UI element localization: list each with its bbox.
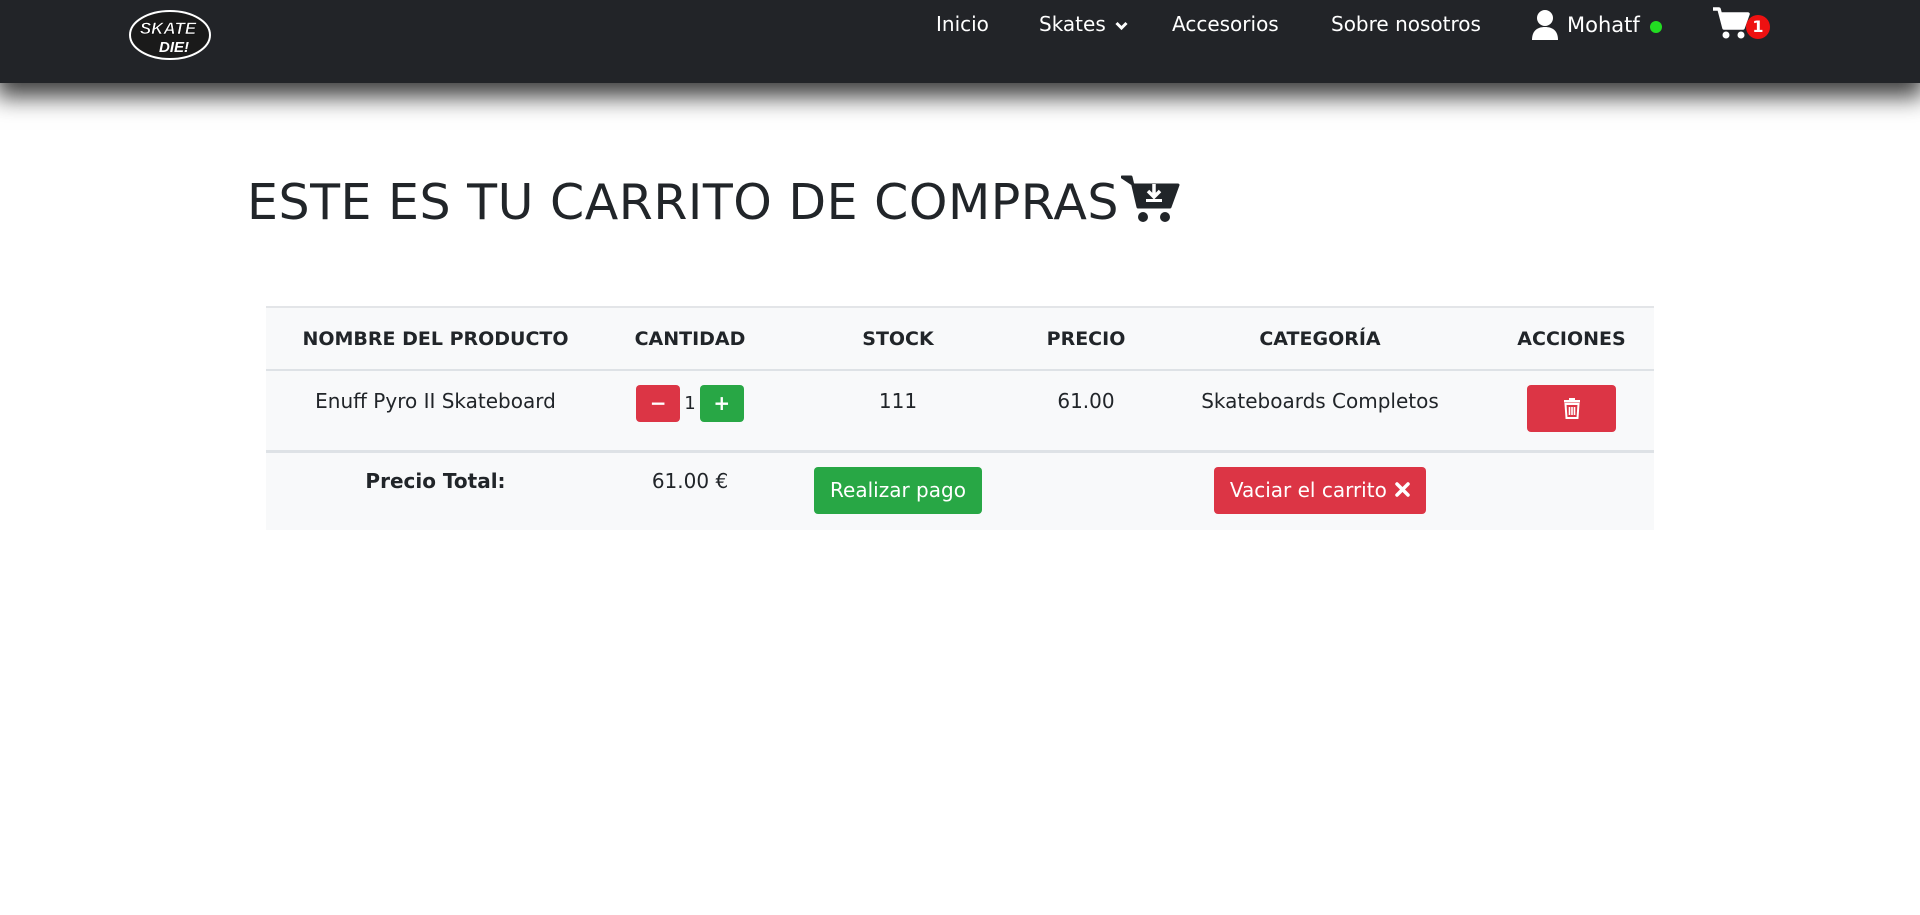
user-icon (1532, 10, 1558, 40)
chevron-down-icon (1115, 21, 1128, 31)
svg-text:SKATE: SKATE (140, 19, 197, 38)
stock-cell: 111 (775, 370, 1021, 453)
cart-table: NOMBRE DEL PRODUCTO CANTIDAD STOCK PRECI… (266, 306, 1654, 530)
nav-inicio[interactable]: Inicio (936, 10, 989, 38)
actions-cell (1489, 370, 1654, 453)
empty-cart-label: Vaciar el carrito (1229, 477, 1387, 502)
nav-skates-dropdown[interactable]: Skates (1039, 10, 1128, 38)
quantity-value: 1 (684, 393, 696, 414)
user-menu[interactable]: Mohatf (1531, 5, 1662, 45)
decrease-quantity-button[interactable]: − (636, 385, 681, 422)
increase-quantity-button[interactable]: + (699, 385, 744, 422)
online-status-dot (1649, 21, 1662, 33)
header-category: CATEGORÍA (1151, 306, 1489, 371)
delete-item-button[interactable] (1527, 385, 1616, 432)
nav-accesorios[interactable]: Accesorios (1172, 10, 1279, 38)
svg-text:DIE!: DIE! (159, 39, 189, 56)
user-name: Mohatf (1567, 13, 1640, 37)
close-icon (1395, 481, 1410, 497)
skate-or-die-logo[interactable]: SKATE DIE! (128, 8, 212, 62)
trash-icon (1563, 398, 1580, 419)
table-row: Enuff Pyro II Skateboard − 1 + 111 61.00… (266, 370, 1654, 453)
pay-cell: Realizar pago (775, 451, 1021, 530)
nav-skates-label: Skates (1039, 12, 1106, 36)
header-product-name: NOMBRE DEL PRODUCTO (266, 306, 605, 371)
empty-cell-1 (1021, 451, 1151, 530)
category-cell: Skateboards Completos (1151, 370, 1489, 453)
table-header-row: NOMBRE DEL PRODUCTO CANTIDAD STOCK PRECI… (266, 306, 1654, 371)
header-actions: ACCIONES (1489, 306, 1654, 371)
cart-count-badge: 1 (1746, 15, 1770, 39)
total-label: Precio Total: (365, 468, 506, 493)
price-cell: 61.00 (1021, 370, 1151, 453)
page-title-text: ESTE ES TU CARRITO DE COMPRAS (247, 174, 1119, 231)
header-price: PRECIO (1021, 306, 1151, 371)
page-title: ESTE ES TU CARRITO DE COMPRAS (247, 174, 1181, 231)
total-row: Precio Total: 61.00 € Realizar pago Vaci… (266, 451, 1654, 530)
cart-download-icon (1120, 175, 1180, 222)
product-name-cell: Enuff Pyro II Skateboard (266, 370, 605, 453)
empty-cart-cell: Vaciar el carrito (1151, 451, 1489, 530)
quantity-cell: − 1 + (605, 370, 775, 453)
quantity-stepper: − 1 + (605, 385, 775, 422)
empty-cell-2 (1489, 451, 1654, 530)
nav-cart-button[interactable]: 1 (1712, 4, 1772, 44)
header-quantity: CANTIDAD (605, 306, 775, 371)
nav-sobre-nosotros[interactable]: Sobre nosotros (1331, 10, 1481, 38)
shopping-cart-icon (1713, 7, 1750, 39)
empty-cart-button[interactable]: Vaciar el carrito (1213, 466, 1427, 514)
header-stock: STOCK (775, 306, 1021, 371)
total-value: 61.00 € (651, 468, 729, 493)
navbar: SKATE DIE! Inicio Skates Accesorios Sobr… (0, 0, 1920, 83)
checkout-button[interactable]: Realizar pago (814, 466, 982, 514)
